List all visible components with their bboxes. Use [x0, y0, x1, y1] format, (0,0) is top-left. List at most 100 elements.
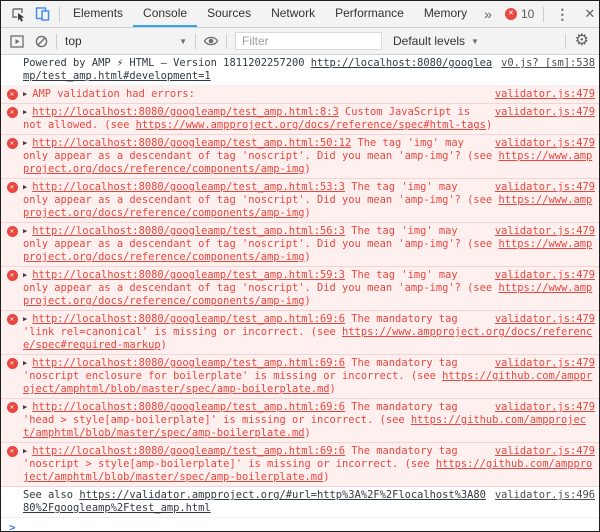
- inspect-element-icon[interactable]: [6, 2, 30, 26]
- error-circle-icon: ✕: [6, 182, 18, 193]
- source-location-link[interactable]: validator.js:479: [495, 106, 595, 119]
- divider: [56, 33, 57, 49]
- error-circle-icon: ✕: [6, 314, 18, 325]
- message-text: ): [304, 163, 311, 175]
- message-link[interactable]: http://localhost:8080/googleamp/test_amp…: [32, 106, 339, 118]
- console-message: ✕ validator.js:479 ▶ http://localhost:8080/…: [1, 443, 599, 487]
- tab-console[interactable]: Console: [133, 1, 198, 27]
- tab-performance[interactable]: Performance: [325, 1, 414, 27]
- divider: [195, 33, 196, 49]
- execution-context-selector[interactable]: top ▼: [60, 34, 192, 48]
- console-sidebar-icon[interactable]: [5, 29, 29, 53]
- source-location-link[interactable]: validator.js:479: [495, 401, 595, 414]
- message-text: AMP validation had errors:: [32, 88, 195, 100]
- tab-network[interactable]: Network: [261, 1, 325, 27]
- expand-triangle-icon[interactable]: ▶: [23, 403, 27, 411]
- message-gutter: [1, 489, 23, 515]
- message-link[interactable]: http://localhost:8080/googleamp/test_amp…: [32, 181, 345, 193]
- console-prompt-row[interactable]: >: [1, 518, 599, 531]
- message-link[interactable]: https://validator.ampproject.org/#url=ht…: [23, 489, 486, 514]
- error-circle-icon: ✕: [6, 270, 18, 281]
- log-levels-dropdown[interactable]: Default levels ▼: [393, 34, 479, 48]
- expand-triangle-icon[interactable]: ▶: [23, 227, 27, 235]
- message-gutter: [1, 57, 23, 83]
- console-message: ✕ validator.js:479 ▶ http://localhost:8080/…: [1, 135, 599, 179]
- expand-triangle-icon[interactable]: ▶: [23, 359, 27, 367]
- live-expression-eye-icon[interactable]: [199, 29, 223, 53]
- error-level-icon: ✕: [1, 401, 23, 440]
- message-link[interactable]: http://localhost:8080/googleamp/test_amp…: [32, 225, 345, 237]
- message-link[interactable]: http://localhost:8080/googleamp/test_amp…: [32, 401, 345, 413]
- console-messages: v0.js? [sm]:538 Powered by AMP ⚡ HTML – V…: [1, 55, 599, 518]
- expand-triangle-icon[interactable]: ▶: [23, 90, 27, 98]
- source-location-link[interactable]: validator.js:496: [495, 489, 595, 502]
- error-level-icon: ✕: [1, 225, 23, 264]
- source-location-link[interactable]: validator.js:479: [495, 225, 595, 238]
- error-badge-icon: ✕: [504, 8, 517, 20]
- close-icon[interactable]: ✕: [577, 6, 599, 22]
- device-toolbar-icon[interactable]: [30, 2, 54, 26]
- error-level-icon: ✕: [1, 106, 23, 132]
- kebab-menu-icon[interactable]: ⋮: [547, 6, 577, 23]
- toolbar-right: ⚙: [562, 33, 595, 49]
- message-body: validator.js:479 ▶ http://localhost:8080/g…: [23, 401, 595, 440]
- message-text: ): [160, 339, 167, 351]
- divider: [564, 33, 566, 49]
- devtools-window: Elements Console Sources Network Perform…: [0, 0, 600, 532]
- message-body: validator.js:479 ▶ http://localhost:8080/g…: [23, 137, 595, 176]
- gear-icon[interactable]: ⚙: [569, 33, 595, 49]
- message-text: ): [329, 383, 336, 395]
- expand-triangle-icon[interactable]: ▶: [23, 108, 27, 116]
- chevron-down-icon: ▼: [179, 36, 187, 46]
- source-location-link[interactable]: validator.js:479: [495, 445, 595, 458]
- prompt-chevron-icon: >: [9, 521, 16, 531]
- chevron-down-icon: ▼: [471, 36, 479, 46]
- message-link[interactable]: http://localhost:8080/googleamp/test_amp…: [32, 357, 345, 369]
- source-location-link[interactable]: validator.js:479: [495, 357, 595, 370]
- message-body: validator.js:479 ▶ http://localhost:8080/g…: [23, 106, 595, 132]
- error-level-icon: ✕: [1, 137, 23, 176]
- context-label: top: [65, 34, 82, 48]
- devtools-tabbar: Elements Console Sources Network Perform…: [1, 1, 599, 28]
- clear-console-icon[interactable]: [29, 29, 53, 53]
- message-link[interactable]: http://localhost:8080/googleamp/test_amp…: [32, 445, 345, 457]
- source-location-link[interactable]: validator.js:479: [495, 88, 595, 101]
- message-text: Powered by AMP ⚡ HTML – Version 18112022…: [23, 57, 311, 69]
- console-message: ✕ validator.js:479 ▶ AMP validation had err…: [1, 86, 599, 104]
- console-message: v0.js? [sm]:538 Powered by AMP ⚡ HTML – V…: [1, 55, 599, 86]
- expand-triangle-icon[interactable]: ▶: [23, 447, 27, 455]
- source-location-link[interactable]: v0.js? [sm]:538: [501, 57, 595, 70]
- more-tabs-icon[interactable]: »: [477, 1, 499, 27]
- divider: [543, 6, 545, 22]
- error-level-icon: ✕: [1, 357, 23, 396]
- filter-input[interactable]: [235, 32, 382, 50]
- console-message: ✕ validator.js:479 ▶ http://localhost:8080/…: [1, 355, 599, 399]
- message-link[interactable]: http://localhost:8080/googleamp/test_amp…: [32, 137, 351, 149]
- tab-memory[interactable]: Memory: [414, 1, 477, 27]
- message-text: ): [304, 295, 311, 307]
- log-levels-label: Default levels: [393, 34, 466, 48]
- expand-triangle-icon[interactable]: ▶: [23, 183, 27, 191]
- expand-triangle-icon[interactable]: ▶: [23, 271, 27, 279]
- message-body: validator.js:479 ▶ http://localhost:8080/g…: [23, 313, 595, 352]
- error-count-button[interactable]: ✕ 10: [499, 7, 540, 21]
- message-link[interactable]: http://localhost:8080/googleamp/test_amp…: [32, 313, 345, 325]
- message-text: ): [304, 427, 311, 439]
- error-circle-icon: ✕: [6, 446, 18, 457]
- error-level-icon: ✕: [1, 445, 23, 484]
- source-location-link[interactable]: validator.js:479: [495, 137, 595, 150]
- message-body: validator.js:479 ▶ http://localhost:8080/g…: [23, 445, 595, 484]
- tab-elements[interactable]: Elements: [63, 1, 133, 27]
- console-message: ✕ validator.js:479 ▶ http://localhost:8080/…: [1, 104, 599, 135]
- tab-sources[interactable]: Sources: [197, 1, 261, 27]
- error-count-label: 10: [520, 7, 535, 21]
- error-circle-icon: ✕: [6, 89, 18, 100]
- source-location-link[interactable]: validator.js:479: [495, 181, 595, 194]
- message-link[interactable]: http://localhost:8080/googleamp/test_amp…: [32, 269, 345, 281]
- source-location-link[interactable]: validator.js:479: [495, 269, 595, 282]
- expand-triangle-icon[interactable]: ▶: [23, 315, 27, 323]
- source-location-link[interactable]: validator.js:479: [495, 313, 595, 326]
- message-link[interactable]: https://www.ampproject.org/docs/referenc…: [136, 119, 486, 131]
- expand-triangle-icon[interactable]: ▶: [23, 139, 27, 147]
- error-circle-icon: ✕: [6, 358, 18, 369]
